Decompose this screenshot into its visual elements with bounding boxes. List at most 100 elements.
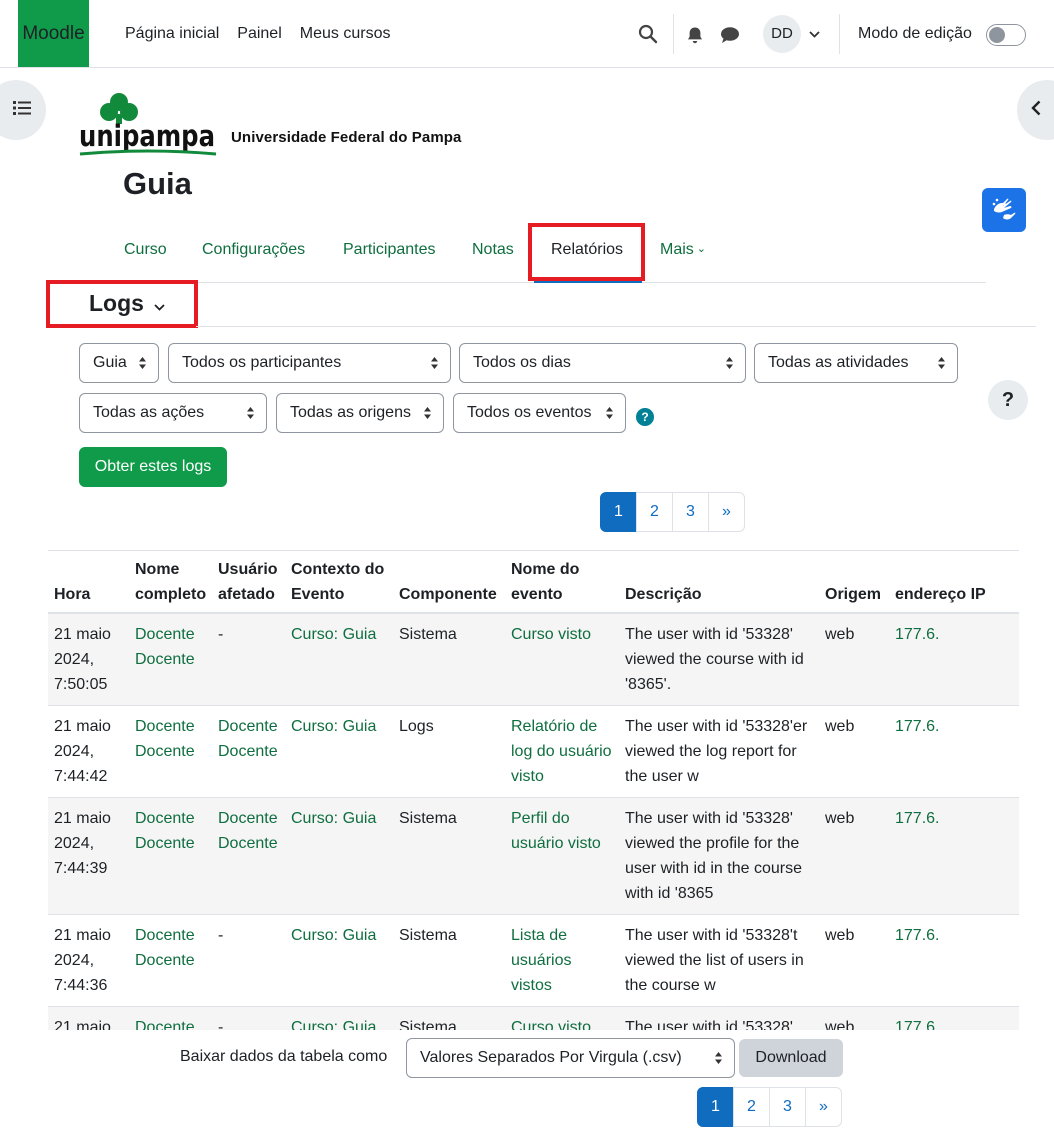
tab-course[interactable]: Curso [124,222,167,282]
column-header-origin[interactable]: Origem [819,550,889,614]
page-next[interactable]: » [805,1087,842,1127]
cell-component: Sistema [393,612,505,706]
course-index-toggle[interactable] [0,80,46,140]
context-link[interactable]: Curso: Guia [291,1019,376,1030]
download-format-select[interactable]: Valores Separados Por Virgula (.csv) [406,1038,735,1078]
select-arrows-icon [938,357,945,369]
context-link[interactable]: Curso: Guia [291,810,376,827]
context-link[interactable]: Curso: Guia [291,718,376,735]
logs-table-container[interactable]: Hora Nome completo Usuário afetado Conte… [48,550,1019,1030]
logo-subtitle: Universidade Federal do Pampa [231,129,462,146]
user-link[interactable]: Docente Docente [135,927,195,969]
accessibility-button[interactable] [982,188,1026,232]
user-avatar[interactable]: DD [763,15,801,53]
page-2[interactable]: 2 [733,1087,770,1127]
column-header-affected-user[interactable]: Usuário afetado [212,550,285,614]
tab-settings[interactable]: Configurações [202,222,305,282]
user-link[interactable]: Docente Docente [135,718,195,760]
tab-more[interactable]: Mais ⌄ [660,222,706,282]
tab-grades[interactable]: Notas [472,222,514,282]
pagination-bottom: 1 2 3 » [697,1087,842,1127]
cell-affected-user: - [212,914,285,1007]
page-1[interactable]: 1 [600,492,637,532]
page-1[interactable]: 1 [697,1087,734,1127]
chat-icon[interactable] [719,24,741,46]
affected-user-link[interactable]: Docente Docente [218,810,278,852]
page-3[interactable]: 3 [769,1087,806,1127]
origins-select[interactable]: Todas as origens [276,393,444,433]
user-link[interactable]: Docente Docente [135,626,195,668]
table-row: 21 maio 2024, 7:50:05 Docente Docente - … [48,612,1019,706]
cell-time: 21 maio 2024, 7:44:36 [48,914,129,1007]
ip-link[interactable]: 177.6. [895,718,939,735]
ip-link[interactable]: 177.6. [895,626,939,643]
page-next[interactable]: » [708,492,745,532]
bell-icon[interactable] [684,24,706,46]
actions-select[interactable]: Todas as ações [79,393,267,433]
column-header-event-name[interactable]: Nome do evento [505,550,619,614]
days-select-value: Todos os dias [473,354,571,371]
chevron-down-icon: ⌄ [696,243,706,255]
column-header-event-context[interactable]: Contexto do Evento [285,550,393,614]
list-icon [13,100,31,120]
activities-select[interactable]: Todas as atividades [754,343,958,383]
nav-my-courses[interactable]: Meus cursos [291,25,400,43]
select-arrows-icon [431,357,438,369]
tab-more-label: Mais [660,241,694,258]
user-link[interactable]: Docente Docente [135,1019,195,1030]
column-header-fullname[interactable]: Nome completo [129,550,212,614]
ip-link[interactable]: 177.6. [895,1019,939,1030]
course-select-value: Guia [93,354,127,371]
table-row: 21 maio 2024, 7:44:36 Docente Docente - … [48,914,1019,1007]
days-select[interactable]: Todos os dias [459,343,746,383]
cell-description: The user with id '53328' viewed the cour… [619,1006,819,1030]
event-link[interactable]: Perfil do usuário visto [511,810,601,852]
nav-home[interactable]: Página inicial [116,25,228,43]
select-arrows-icon [139,357,146,369]
cell-component: Sistema [393,797,505,915]
ip-link[interactable]: 177.6. [895,810,939,827]
block-drawer-toggle[interactable] [1017,80,1054,140]
context-link[interactable]: Curso: Guia [291,626,376,643]
edit-mode-label: Modo de edição [858,25,972,42]
nav-dashboard[interactable]: Painel [228,25,290,43]
download-button[interactable]: Download [739,1039,843,1077]
event-link[interactable]: Relatório de log do usuário visto [511,718,612,785]
cell-description: The user with id '53328' viewed the cour… [619,612,819,706]
course-select[interactable]: Guia [79,343,159,383]
column-header-component[interactable]: Componente [393,550,505,614]
participants-select[interactable]: Todos os participantes [168,343,451,383]
events-select[interactable]: Todos os eventos [453,393,626,433]
context-link[interactable]: Curso: Guia [291,927,376,944]
cell-description: The user with id '53328'er viewed the lo… [619,705,819,798]
table-row: 21 maio 2024, 7:44:39 Docente Docente Do… [48,797,1019,915]
get-logs-button[interactable]: Obter estes logs [79,447,227,487]
column-header-ip-address[interactable]: endereço IP [889,550,1019,614]
help-button[interactable]: ? [988,380,1028,420]
event-link[interactable]: Curso visto [511,1019,591,1030]
page-3[interactable]: 3 [672,492,709,532]
user-link[interactable]: Docente Docente [135,810,195,852]
column-header-description[interactable]: Descrição [619,550,819,614]
site-logo[interactable]: Moodle [18,0,89,67]
page-2[interactable]: 2 [636,492,673,532]
search-icon[interactable] [636,22,660,46]
chevron-left-icon [1031,100,1041,121]
column-header-time[interactable]: Hora [48,550,129,614]
affected-user-link[interactable]: Docente Docente [218,718,278,760]
event-link[interactable]: Lista de usuários vistos [511,927,571,994]
tab-participants[interactable]: Participantes [343,222,436,282]
edit-mode-toggle[interactable] [986,24,1026,46]
top-navbar: Moodle Página inicial Painel Meus cursos… [0,0,1054,68]
ip-link[interactable]: 177.6. [895,927,939,944]
cell-description: The user with id '53328' viewed the prof… [619,797,819,915]
table-header-row: Hora Nome completo Usuário afetado Conte… [48,550,1019,614]
highlight-box-reports [528,223,645,281]
pagination-top: 1 2 3 » [600,492,745,532]
select-arrows-icon [247,407,254,419]
event-link[interactable]: Curso visto [511,626,591,643]
chevron-down-icon[interactable] [806,26,822,42]
download-label: Baixar dados da tabela como [180,1048,388,1065]
page-title: Guia [123,166,192,201]
events-help-icon[interactable]: ? [636,408,654,426]
